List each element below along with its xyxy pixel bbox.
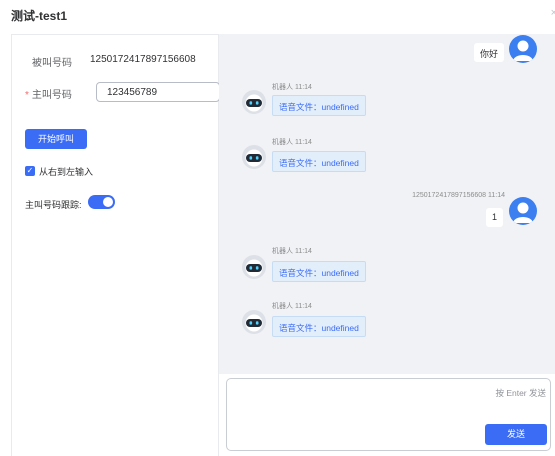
call-settings-panel: 被叫号码 1250172417897156608 * 主叫号码 123456789… bbox=[11, 34, 220, 456]
callee-label: 被叫号码 bbox=[32, 58, 72, 69]
required-mark: * bbox=[25, 90, 29, 101]
robot-icon bbox=[241, 89, 267, 115]
user-icon bbox=[509, 197, 537, 225]
message-sender: 机器人 11:14 bbox=[272, 137, 312, 147]
caller-track-label: 主叫号码跟踪: bbox=[25, 200, 82, 210]
caller-track-toggle[interactable] bbox=[88, 195, 115, 209]
sender-name: 机器人 bbox=[272, 303, 293, 310]
robot-icon bbox=[241, 144, 267, 170]
bot-message-bubble: 语音文件：undefined bbox=[272, 151, 366, 172]
message-time: 11:14 bbox=[488, 192, 505, 199]
bot-message-bubble: 语音文件：undefined bbox=[272, 95, 366, 116]
caller-number-input[interactable]: 123456789 bbox=[96, 82, 220, 102]
robot-icon bbox=[241, 309, 267, 335]
rtl-input-checkbox[interactable]: ✓ bbox=[25, 166, 35, 176]
bot-message-bubble: 语音文件：undefined bbox=[272, 316, 366, 337]
send-button[interactable]: 发送 bbox=[485, 424, 547, 445]
user-icon bbox=[509, 35, 537, 63]
robot-icon bbox=[241, 254, 267, 280]
message-time: 11:14 bbox=[294, 248, 312, 255]
sender-name: 机器人 bbox=[272, 248, 293, 255]
title-bar: 测试-test1 × bbox=[0, 0, 555, 30]
message-time: 11:14 bbox=[294, 84, 312, 91]
check-icon: ✓ bbox=[26, 166, 34, 175]
sender-name: 机器人 bbox=[272, 139, 293, 146]
user-message-bubble: 1 bbox=[486, 208, 504, 227]
message-input[interactable]: 按 Enter 发送 发送 bbox=[226, 378, 551, 451]
message-sender: 机器人 11:14 bbox=[272, 82, 312, 92]
caller-label: * 主叫号码 bbox=[25, 86, 72, 101]
message-sender: 机器人 11:14 bbox=[272, 301, 312, 311]
user-message-bubble: 你好 bbox=[474, 43, 505, 62]
bot-message-bubble: 语音文件：undefined bbox=[272, 261, 366, 282]
caller-label-text: 主叫号码 bbox=[31, 90, 72, 101]
message-time: 11:14 bbox=[294, 303, 312, 310]
chat-history[interactable]: 你好 机器人 11:14 语音文件：undefined 机器人 11:14 语音… bbox=[219, 34, 555, 374]
message-sender: 1250172417897156608 11:14 bbox=[412, 192, 505, 199]
message-time: 11:14 bbox=[294, 139, 312, 146]
start-call-button[interactable]: 开始呼叫 bbox=[25, 129, 87, 149]
sender-name: 机器人 bbox=[272, 84, 293, 91]
input-hint: 按 Enter 发送 bbox=[495, 388, 546, 398]
close-icon[interactable]: × bbox=[551, 7, 555, 19]
callee-value: 1250172417897156608 bbox=[90, 54, 196, 65]
toggle-knob bbox=[103, 197, 113, 207]
dialog-title: 测试-test1 bbox=[11, 9, 68, 23]
message-sender: 机器人 11:14 bbox=[272, 246, 312, 256]
rtl-input-label: 从右到左输入 bbox=[39, 167, 94, 177]
sender-name: 1250172417897156608 bbox=[412, 192, 487, 199]
